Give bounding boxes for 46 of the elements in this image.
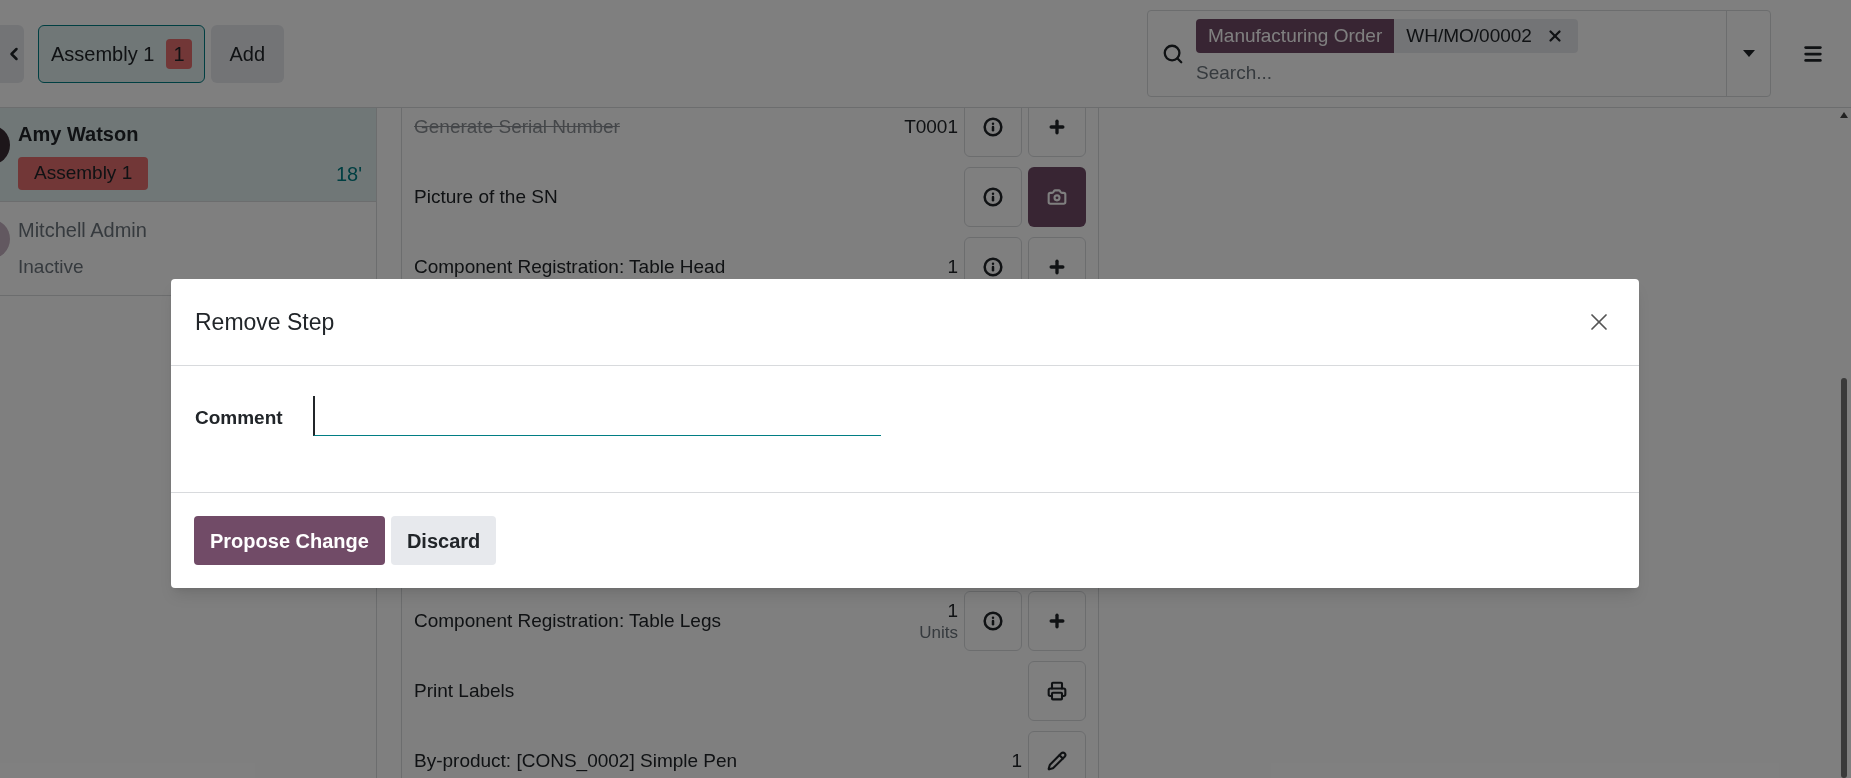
workcenter-tab[interactable]: Assembly 1 1 xyxy=(38,24,205,83)
info-icon xyxy=(983,611,1003,631)
camera-step-button[interactable] xyxy=(1028,167,1086,227)
discard-button[interactable]: Discard xyxy=(390,516,497,565)
step-value: 1 xyxy=(1011,749,1022,773)
add-button[interactable]: Add xyxy=(210,24,285,83)
printer-icon xyxy=(1047,681,1067,701)
step-value: T0001 xyxy=(904,115,958,139)
elapsed-time: 18' xyxy=(335,161,362,187)
facet-value: WH/MO/00002 xyxy=(1394,19,1536,54)
unit-label: Units xyxy=(919,622,958,644)
dialog-title: Remove Step xyxy=(195,307,335,337)
print-step-button[interactable] xyxy=(1028,661,1086,721)
facet-label: Manufacturing Order xyxy=(1196,19,1395,54)
step-label[interactable]: Picture of the SN xyxy=(414,182,964,212)
count-badge: 1 xyxy=(166,38,192,69)
step-label[interactable]: Component Registration: Table Legs xyxy=(414,606,920,636)
info-icon xyxy=(983,187,1003,207)
back-button[interactable] xyxy=(0,24,24,83)
step-label[interactable]: By-product: [CONS_0002] Simple Pen xyxy=(414,746,1012,776)
propose-change-button[interactable]: Propose Change xyxy=(194,516,385,565)
edit-step-button[interactable] xyxy=(1028,731,1086,778)
scrollbar-thumb[interactable] xyxy=(1841,378,1847,778)
plus-icon xyxy=(1047,611,1067,631)
workcenter-tag: Assembly 1 xyxy=(18,157,149,190)
caret-down-icon xyxy=(1742,50,1755,57)
search-icon xyxy=(1162,42,1184,65)
comment-field[interactable] xyxy=(313,396,881,436)
pencil-icon xyxy=(1047,751,1067,771)
scroll-up-icon[interactable] xyxy=(1840,112,1848,118)
info-icon xyxy=(983,117,1003,137)
info-icon xyxy=(983,257,1003,277)
step-value: 1 xyxy=(947,255,958,279)
field-label: Comment xyxy=(195,406,284,430)
step-value: 1 xyxy=(947,598,958,623)
search-field[interactable]: Search... xyxy=(1196,59,1496,88)
step-label[interactable]: Component Registration: Table Head xyxy=(414,252,948,282)
plus-icon xyxy=(1047,257,1067,277)
operator-name: Mitchell Admin xyxy=(18,218,148,244)
camera-icon xyxy=(1047,187,1067,207)
operator-row[interactable]: Amy Watson Assembly 1 18' xyxy=(0,108,376,202)
operator-name: Amy Watson xyxy=(18,122,140,148)
search-facet[interactable]: Manufacturing Order WH/MO/00002 xyxy=(1196,19,1578,54)
plus-icon xyxy=(1047,117,1067,137)
status-text: Inactive xyxy=(18,255,84,280)
step-label[interactable]: Print Labels xyxy=(414,676,1028,706)
